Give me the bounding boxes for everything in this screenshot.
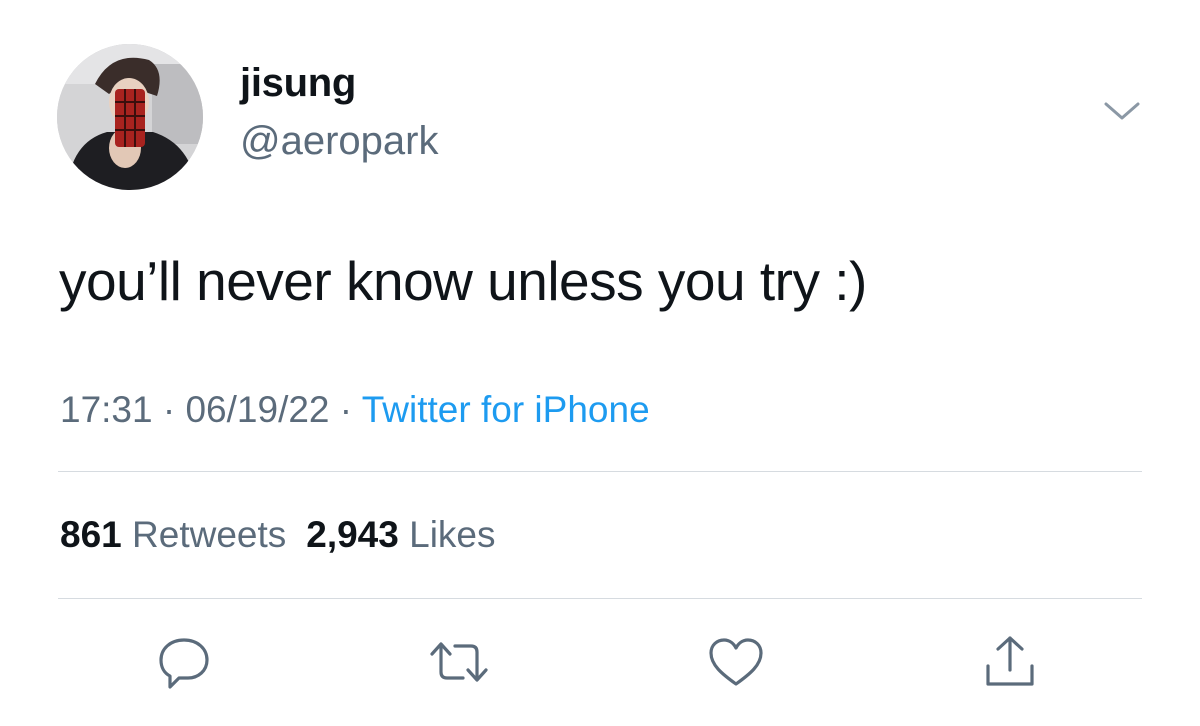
likes-stat[interactable]: 2,943 Likes [306,514,495,555]
heart-icon [709,638,763,686]
share-button[interactable] [978,630,1042,694]
meta-separator: · [152,389,186,430]
divider [58,471,1142,472]
retweet-button[interactable] [427,630,491,694]
avatar[interactable] [57,44,203,190]
likes-label: Likes [409,514,496,555]
retweets-stat[interactable]: 861 Retweets [60,514,286,555]
share-upload-icon [986,636,1034,686]
tweet-metadata: 17:31 · 06/19/22 · Twitter for iPhone [60,387,650,433]
retweets-label: Retweets [132,514,287,555]
divider [58,598,1142,599]
tweet-text: you’ll never know unless you try :) [59,250,867,312]
reply-button[interactable] [152,630,216,694]
chevron-down-icon[interactable] [1099,96,1145,126]
meta-separator: · [329,389,362,430]
tweet-card: jisung @aeropark you’ll never know unles… [0,0,1200,726]
engagement-stats: 861 Retweets 2,943 Likes [60,512,496,558]
likes-count: 2,943 [306,514,399,555]
avatar-photo [57,44,203,190]
retweets-count: 861 [60,514,122,555]
tweet-date: 06/19/22 [185,389,330,430]
display-name[interactable]: jisung [240,59,356,107]
tweet-source-link[interactable]: Twitter for iPhone [362,389,650,430]
like-button[interactable] [704,630,768,694]
speech-bubble-icon [159,638,209,689]
tweet-time: 17:31 [60,389,153,430]
retweet-arrows-icon [430,642,488,682]
user-handle[interactable]: @aeropark [240,117,438,165]
